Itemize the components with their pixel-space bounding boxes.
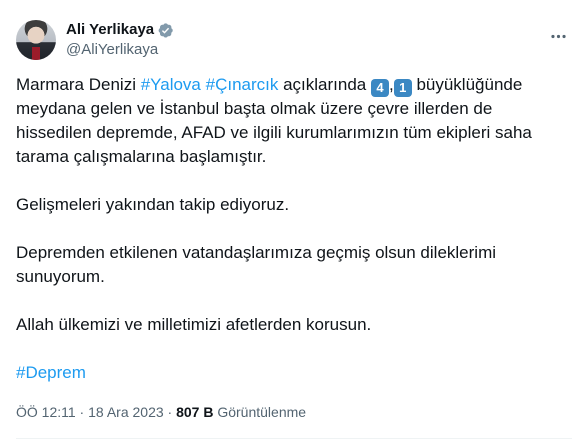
tweet-paragraph-5: #Deprem: [16, 361, 572, 385]
tweet-meta: ÖÖ 12:11 · 18 Ara 2023 · 807 B Görüntüle…: [16, 402, 306, 422]
hashtag-cinarcik[interactable]: #Çınarcık: [206, 75, 279, 94]
name-row: Ali Yerlikaya: [66, 20, 174, 40]
views-label: Görüntülenme: [213, 404, 307, 420]
meta-separator: ·: [75, 404, 89, 420]
avatar[interactable]: [16, 20, 56, 60]
tweet-paragraph-2: Gelişmeleri yakından takip ediyoruz.: [16, 195, 290, 214]
tweet-paragraph-4: Allah ülkemizi ve milletimizi afetlerden…: [16, 315, 372, 334]
text-segment: Marmara Denizi: [16, 75, 141, 94]
more-options-icon[interactable]: [548, 26, 568, 46]
text-segment: açıklarında: [278, 75, 371, 94]
meta-separator: ·: [163, 404, 177, 420]
author-names: Ali Yerlikaya @AliYerlikaya: [66, 20, 174, 60]
author-handle[interactable]: @AliYerlikaya: [66, 40, 174, 60]
more-dots-icon: [550, 34, 566, 38]
tweet-card: Ali Yerlikaya @AliYerlikaya Marmara Deni…: [0, 0, 588, 439]
tweet-time[interactable]: ÖÖ 12:11: [16, 404, 76, 420]
display-name[interactable]: Ali Yerlikaya: [66, 20, 154, 40]
keycap-1-emoji: 1: [393, 79, 412, 97]
tweet-date[interactable]: 18 Ara 2023: [88, 404, 164, 420]
hashtag-yalova[interactable]: #Yalova: [141, 75, 201, 94]
verified-badge-icon: [158, 22, 173, 38]
tweet-text: Marmara Denizi #Yalova #Çınarcık açıklar…: [16, 73, 572, 385]
views-count: 807 B: [176, 404, 214, 420]
tweet-paragraph-3: Depremden etkilenen vatandaşlarımıza geç…: [16, 243, 497, 286]
keycap-4-emoji: 4: [370, 79, 389, 97]
tweet-paragraph-1: Marmara Denizi #Yalova #Çınarcık açıklar…: [16, 73, 572, 169]
tweet-header: Ali Yerlikaya @AliYerlikaya: [16, 16, 572, 64]
hashtag-deprem[interactable]: #Deprem: [16, 363, 86, 382]
